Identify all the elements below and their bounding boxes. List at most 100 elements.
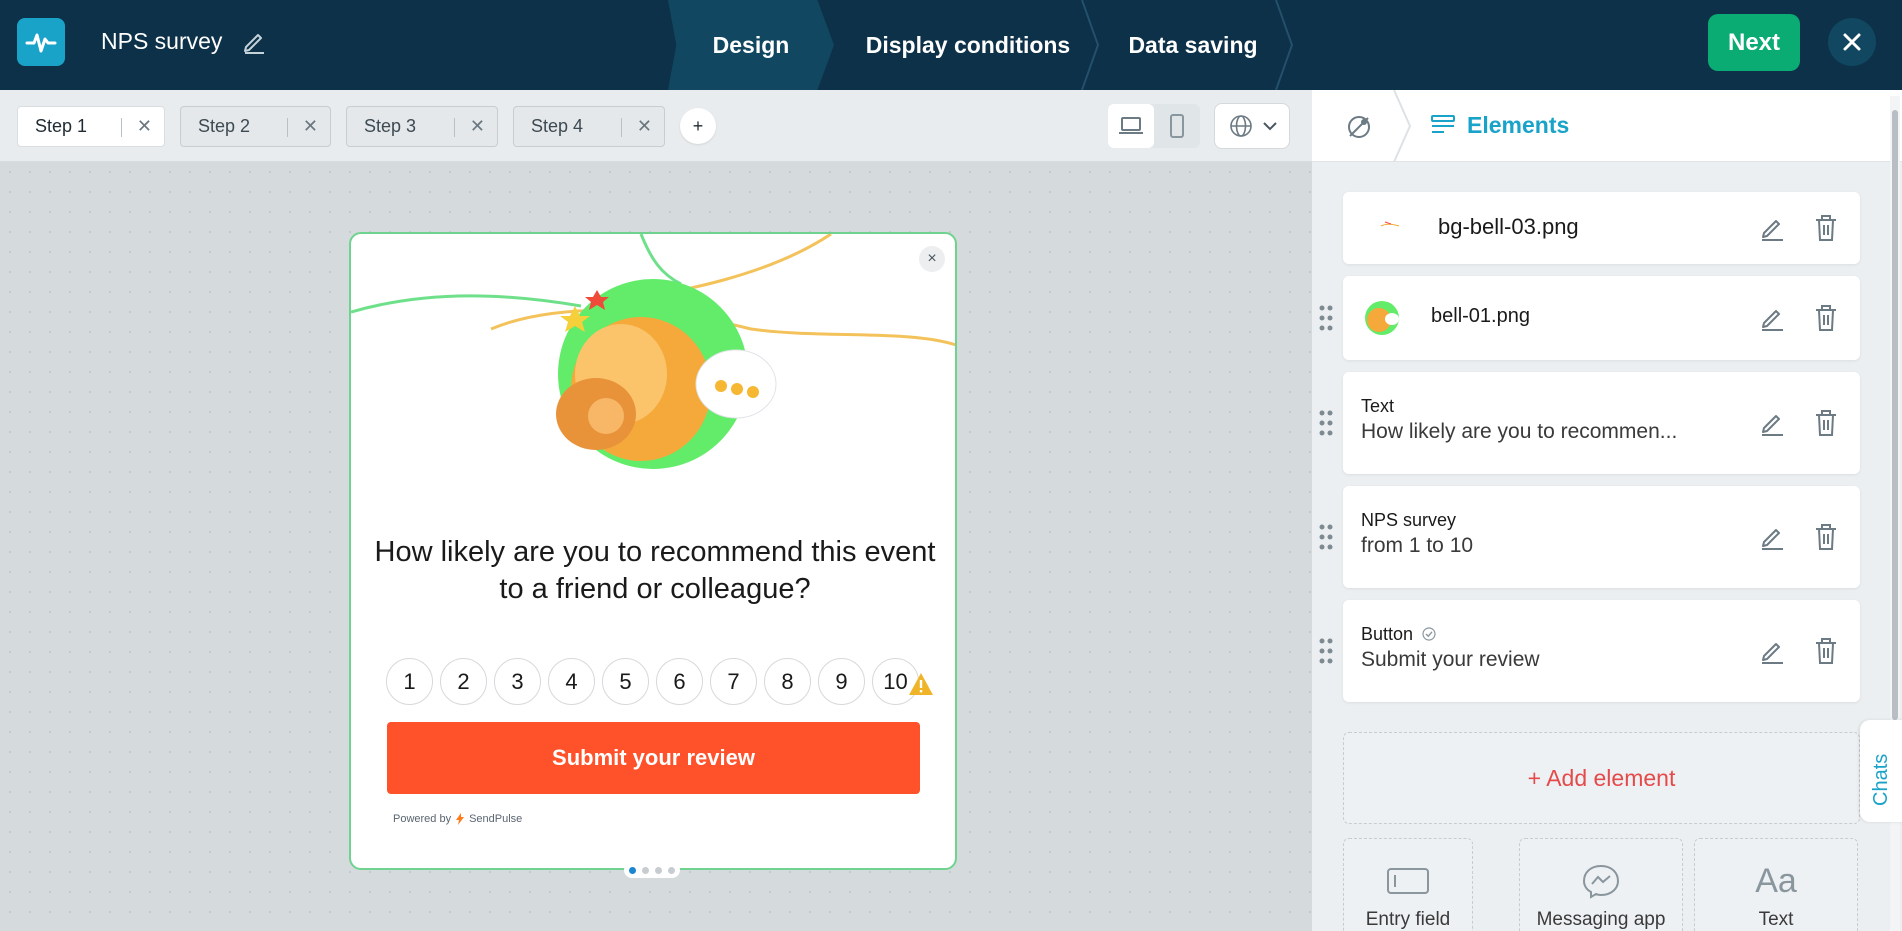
step-tab-2[interactable]: Step 2 ✕ xyxy=(180,106,331,147)
tile-label: Entry field xyxy=(1365,909,1451,930)
element-card-image[interactable]: bell-01.png xyxy=(1319,276,1860,360)
text-icon: Aa xyxy=(1755,862,1797,900)
step-tab-4[interactable]: Step 4 ✕ xyxy=(513,106,665,147)
element-card-button[interactable]: Button Submit your review xyxy=(1319,600,1860,702)
survey-popup-preview[interactable]: × How likely are you to recommend this e… xyxy=(349,232,957,870)
phone-icon xyxy=(1170,114,1184,138)
element-value: Submit your review xyxy=(1361,648,1540,671)
element-card-nps[interactable]: NPS survey from 1 to 10 xyxy=(1319,486,1860,588)
nps-option[interactable]: 4 xyxy=(548,658,595,705)
nav-separator xyxy=(1275,0,1294,90)
tile-entry-field[interactable]: Entry field xyxy=(1343,838,1473,931)
top-bar: NPS survey Design Display conditions Dat… xyxy=(0,0,1902,90)
trash-icon[interactable] xyxy=(1813,523,1839,551)
nps-option[interactable]: 1 xyxy=(386,658,433,705)
divider xyxy=(454,118,455,137)
pager-dot[interactable] xyxy=(642,866,649,874)
nps-option[interactable]: 2 xyxy=(440,658,487,705)
survey-question: How likely are you to recommend this eve… xyxy=(374,536,936,605)
step-tab-1[interactable]: Step 1 ✕ xyxy=(17,106,165,147)
chats-label: Chats xyxy=(1870,753,1892,806)
element-name: bell-01.png xyxy=(1431,305,1530,327)
language-select[interactable] xyxy=(1214,103,1290,149)
divider xyxy=(287,118,288,137)
trash-icon[interactable] xyxy=(1813,214,1839,242)
pencil-icon[interactable] xyxy=(1758,523,1786,551)
input-field-icon xyxy=(1387,868,1429,894)
step-pager xyxy=(624,862,680,878)
nps-option[interactable]: 3 xyxy=(494,658,541,705)
pencil-icon[interactable] xyxy=(1758,409,1786,437)
drag-handle-icon[interactable] xyxy=(1319,524,1333,550)
add-step-button[interactable]: + xyxy=(680,108,716,144)
chats-widget-tab[interactable]: Chats xyxy=(1860,720,1902,822)
nps-option[interactable]: 5 xyxy=(602,658,649,705)
mobile-view-button[interactable] xyxy=(1154,104,1200,148)
nav-separator xyxy=(1081,0,1100,90)
add-element-button[interactable]: + Add element xyxy=(1343,732,1860,824)
drag-handle-icon[interactable] xyxy=(1319,305,1333,331)
powered-by[interactable]: Powered by SendPulse xyxy=(393,813,522,825)
element-card-background[interactable]: bg-bell-03.png xyxy=(1343,192,1860,264)
tab-data-saving[interactable]: Data saving xyxy=(1100,0,1286,90)
divider xyxy=(621,118,622,137)
nps-option[interactable]: 6 xyxy=(656,658,703,705)
pager-dot[interactable] xyxy=(655,866,662,874)
globe-icon xyxy=(1230,115,1252,137)
elements-icon xyxy=(1431,115,1455,133)
pencil-icon[interactable] xyxy=(1758,304,1786,332)
tab-display-conditions[interactable]: Display conditions xyxy=(846,0,1090,90)
pager-dot[interactable] xyxy=(629,866,636,874)
warning-icon xyxy=(909,673,933,695)
drag-handle-icon[interactable] xyxy=(1319,638,1333,664)
panel-header: Elements xyxy=(1312,90,1902,162)
element-card-text[interactable]: Text How likely are you to recommen... xyxy=(1319,372,1860,474)
next-button[interactable]: Next xyxy=(1708,14,1800,71)
tab-design[interactable]: Design xyxy=(668,0,834,90)
element-type: Button xyxy=(1361,624,1436,645)
desktop-view-button[interactable] xyxy=(1108,104,1154,148)
close-icon[interactable]: ✕ xyxy=(470,116,485,137)
submit-review-button[interactable]: Submit your review xyxy=(387,722,920,794)
tile-messaging-app[interactable]: Messaging app xyxy=(1519,838,1683,931)
checkbox-icon xyxy=(1422,627,1436,641)
nps-option[interactable]: 7 xyxy=(710,658,757,705)
survey-title: NPS survey xyxy=(101,28,223,54)
divider xyxy=(121,118,122,137)
tile-label: Messaging app xyxy=(1536,909,1666,930)
trash-icon[interactable] xyxy=(1813,304,1839,332)
bell-illustration xyxy=(351,234,955,469)
close-icon[interactable]: ✕ xyxy=(303,116,318,137)
panel-title: Elements xyxy=(1467,112,1570,138)
laptop-icon xyxy=(1119,117,1143,134)
lightning-icon xyxy=(456,813,465,825)
element-value: How likely are you to recommen... xyxy=(1361,420,1678,443)
step-tab-3[interactable]: Step 3 ✕ xyxy=(346,106,498,147)
pencil-icon[interactable] xyxy=(240,27,268,55)
app-logo[interactable] xyxy=(17,18,65,66)
pencil-icon[interactable] xyxy=(1758,214,1786,242)
close-icon xyxy=(1843,33,1861,51)
close-icon[interactable]: ✕ xyxy=(637,116,652,137)
pager-dot[interactable] xyxy=(668,866,675,874)
element-value: from 1 to 10 xyxy=(1361,534,1474,557)
element-type: NPS survey xyxy=(1361,510,1457,530)
nps-option[interactable]: 9 xyxy=(818,658,865,705)
messenger-icon xyxy=(1582,864,1620,899)
trash-icon[interactable] xyxy=(1813,409,1839,437)
close-button[interactable] xyxy=(1828,18,1876,66)
breadcrumb-separator xyxy=(1393,90,1412,162)
palette-icon[interactable] xyxy=(1342,110,1376,144)
pencil-icon[interactable] xyxy=(1758,637,1786,665)
close-icon[interactable]: ✕ xyxy=(137,116,152,137)
scrollbar-thumb[interactable] xyxy=(1892,110,1898,720)
tile-text[interactable]: Aa Text xyxy=(1694,838,1858,931)
drag-handle-icon[interactable] xyxy=(1319,410,1333,436)
nps-option[interactable]: 8 xyxy=(764,658,811,705)
image-thumbnail xyxy=(1380,221,1400,227)
bell-thumbnail xyxy=(1365,301,1399,335)
element-type: Text xyxy=(1361,396,1395,416)
popup-close-button[interactable]: × xyxy=(919,246,945,272)
chevron-down-icon xyxy=(1263,122,1277,131)
trash-icon[interactable] xyxy=(1813,637,1839,665)
